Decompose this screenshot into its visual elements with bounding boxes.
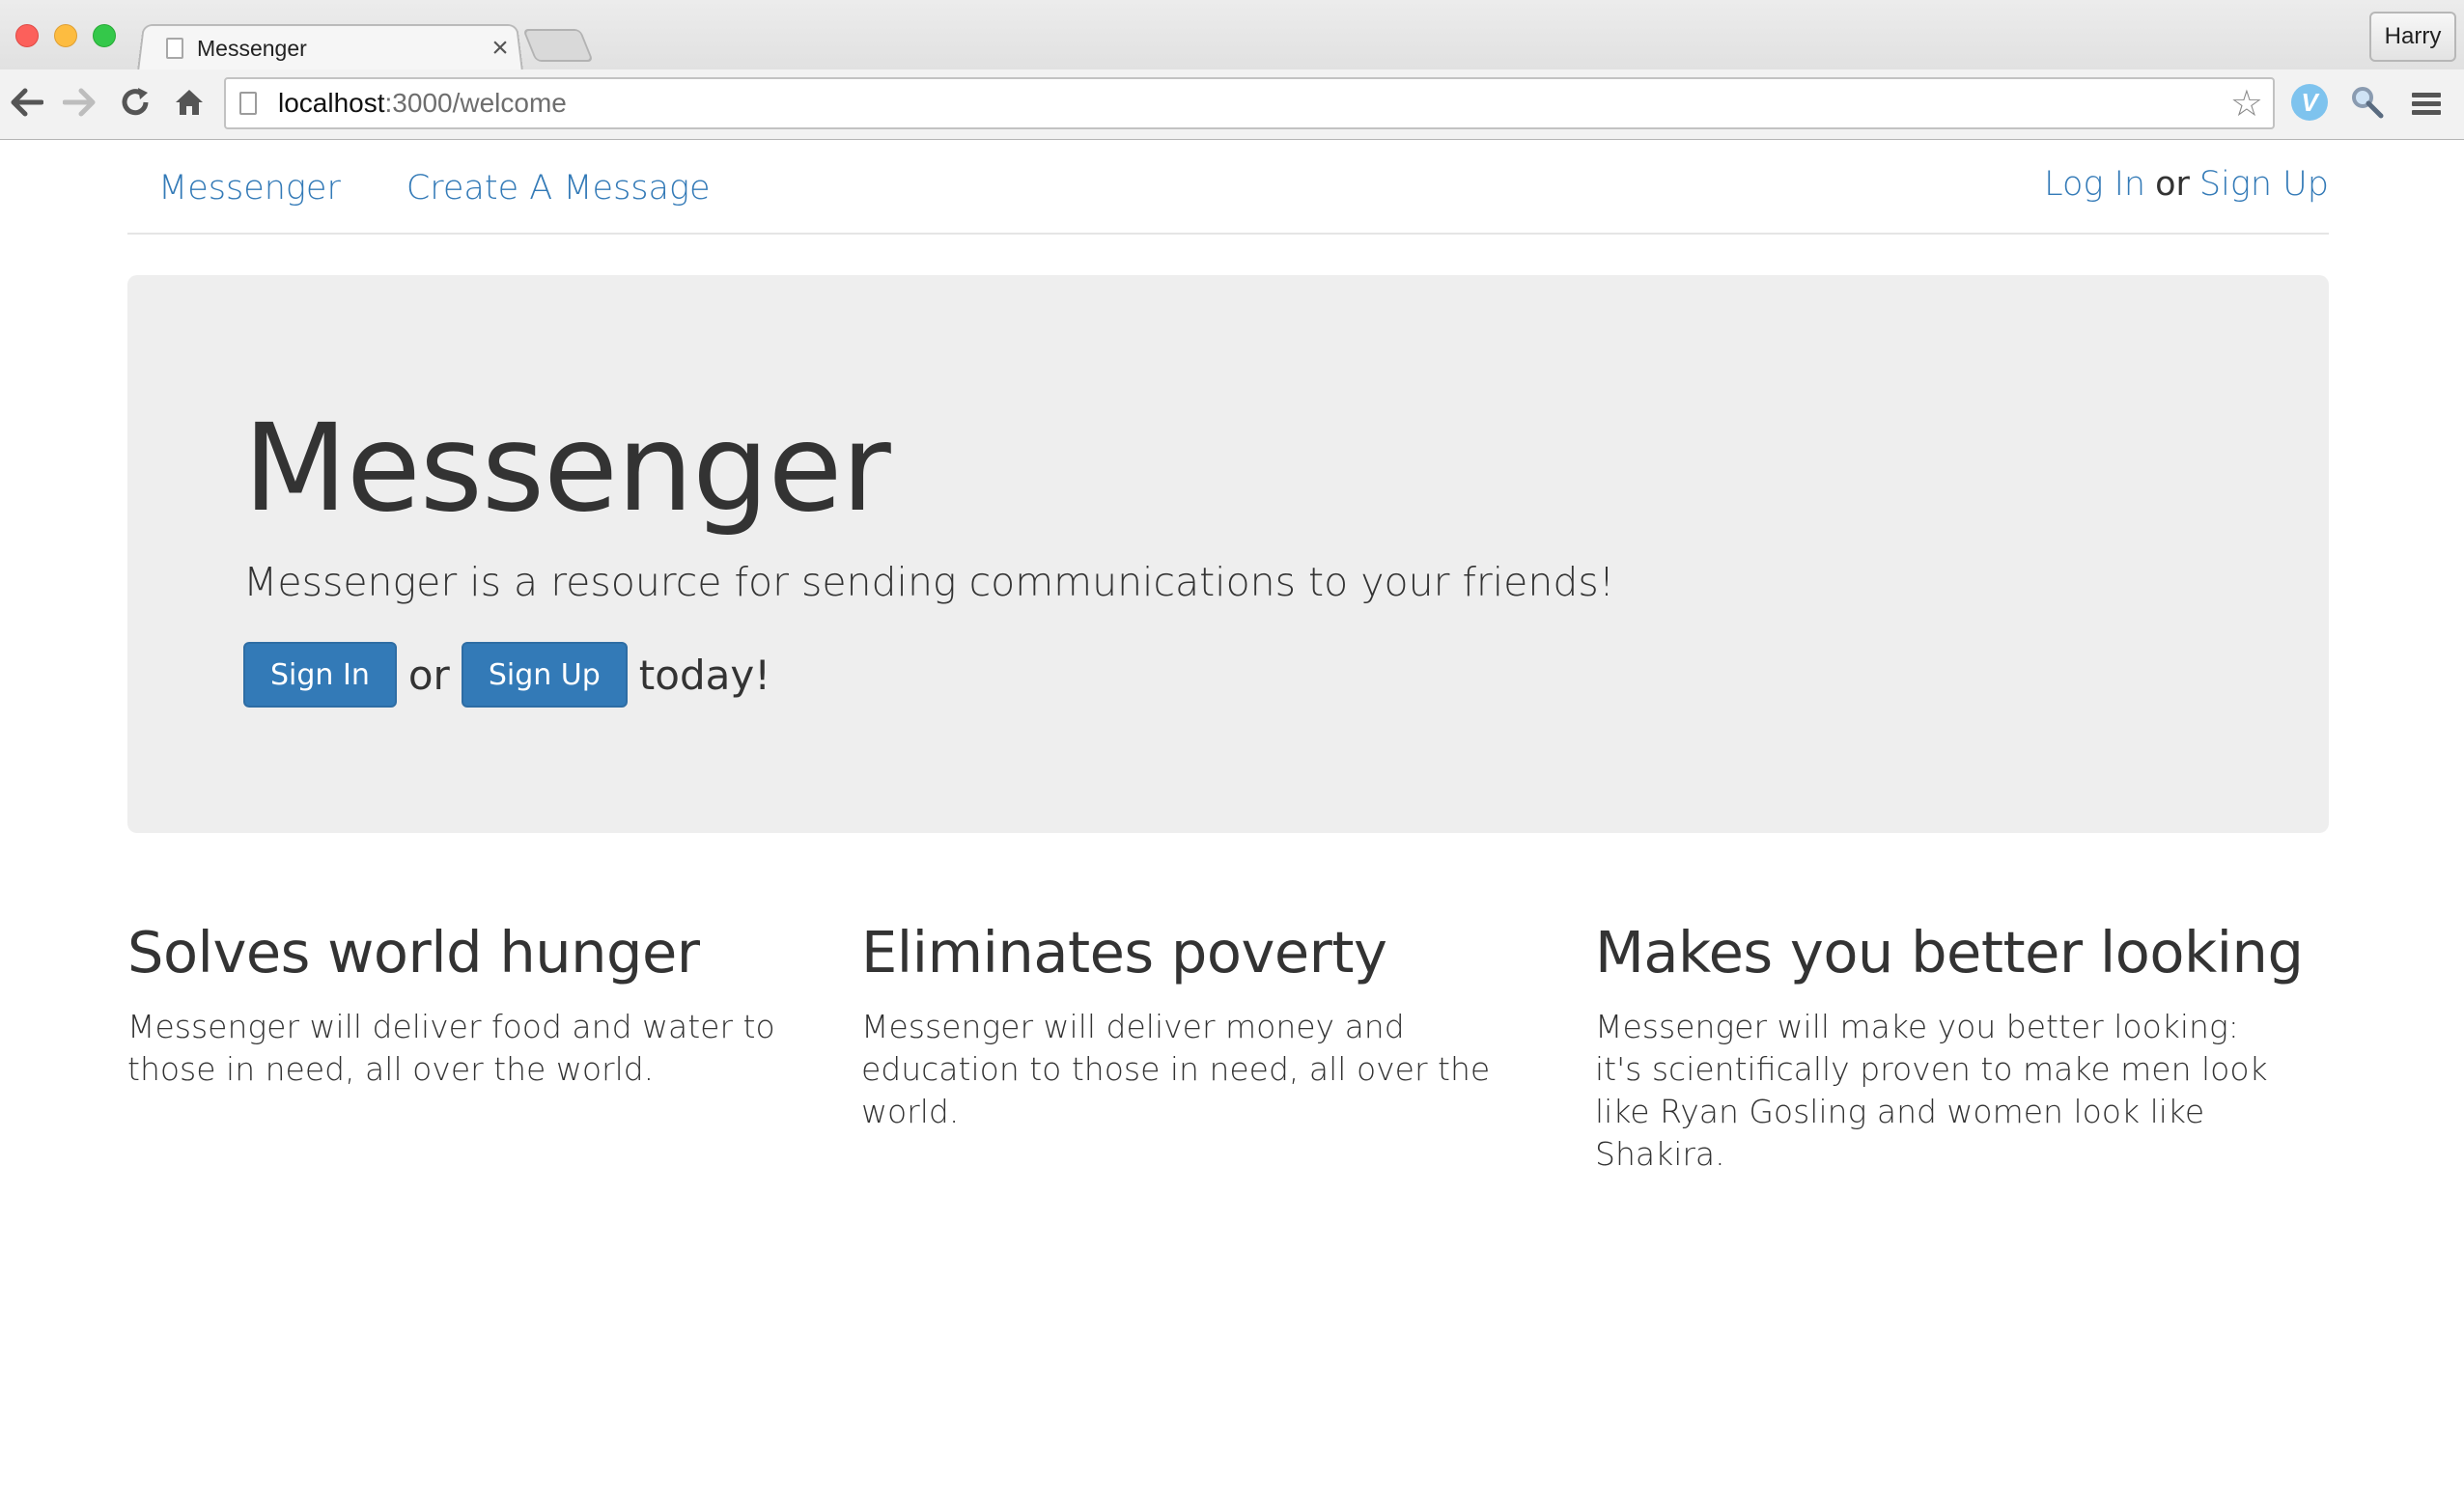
feature-column: Eliminates poverty Messenger will delive… <box>861 919 1595 1176</box>
nav-signup-link[interactable]: Sign Up <box>2199 165 2329 204</box>
feature-body: Messenger will deliver money and educati… <box>861 1007 1491 1130</box>
hero-lead: Messenger is a resource for sending comm… <box>243 559 1615 605</box>
sign-up-button[interactable]: Sign Up <box>461 642 628 708</box>
hero-or-text: or <box>407 651 450 699</box>
feature-heading: Makes you better looking <box>1595 919 2304 986</box>
page-info-icon[interactable] <box>239 92 257 115</box>
close-window-button[interactable] <box>15 24 39 47</box>
nav-create-message-link[interactable]: Create A Message <box>406 169 711 208</box>
nav-auth: Log In or Sign Up <box>2044 165 2329 204</box>
tab-title: Messenger <box>197 35 307 61</box>
home-icon[interactable] <box>170 83 209 122</box>
extension-v-icon[interactable]: V <box>2290 83 2329 122</box>
feature-heading: Eliminates poverty <box>861 919 1387 986</box>
nav-left: Messenger Create A Message <box>158 169 711 208</box>
tab-close-icon[interactable]: × <box>487 34 514 63</box>
reload-icon[interactable] <box>116 83 154 122</box>
feature-body: Messenger will deliver food and water to… <box>127 1007 775 1088</box>
forward-arrow-icon[interactable] <box>60 83 98 122</box>
sign-in-button[interactable]: Sign In <box>243 642 397 708</box>
nav-brand-link[interactable]: Messenger <box>158 169 341 208</box>
hero-suffix-text: today! <box>638 651 771 699</box>
profile-button[interactable]: Harry <box>2369 12 2456 62</box>
hero-title: Messenger <box>243 399 891 539</box>
active-tab-content[interactable]: Messenger × <box>166 29 514 68</box>
browser-toolbar: localhost:3000/welcome ☆ V <box>0 69 2464 139</box>
feature-heading: Solves world hunger <box>127 919 700 986</box>
url-text[interactable]: localhost:3000/welcome <box>278 88 2230 119</box>
feature-column: Makes you better looking Messenger will … <box>1595 919 2329 1176</box>
bookmark-star-icon[interactable]: ☆ <box>2230 82 2263 125</box>
nav-login-link[interactable]: Log In <box>2044 165 2145 204</box>
features-row: Solves world hunger Messenger will deliv… <box>127 919 2329 1176</box>
extension-search-icon[interactable] <box>2348 83 2387 122</box>
page-icon <box>166 38 183 59</box>
back-arrow-icon[interactable] <box>8 83 46 122</box>
page-content: Messenger Create A Message Log In or Sign … <box>0 140 2464 1500</box>
tab-strip: Messenger × Harry <box>0 0 2464 71</box>
browser-chrome: Messenger × Harry localhost:3000/welcome… <box>0 0 2464 140</box>
address-bar[interactable]: localhost:3000/welcome ☆ <box>224 77 2275 129</box>
zoom-window-button[interactable] <box>93 24 116 47</box>
new-tab-button[interactable] <box>522 29 594 62</box>
hero-actions: Sign In or Sign Up today! <box>243 642 782 708</box>
container: Messenger Create A Message Log In or Sign … <box>127 140 2329 1173</box>
menu-icon[interactable] <box>2412 83 2450 127</box>
nav-or-text: or <box>2155 165 2190 204</box>
top-navbar: Messenger Create A Message Log In or Sign … <box>127 140 2329 235</box>
feature-body: Messenger will make you better looking: … <box>1595 1007 2268 1173</box>
hero-jumbotron: Messenger Messenger is a resource for se… <box>127 275 2329 833</box>
minimize-window-button[interactable] <box>54 24 77 47</box>
feature-column: Solves world hunger Messenger will deliv… <box>127 919 861 1176</box>
